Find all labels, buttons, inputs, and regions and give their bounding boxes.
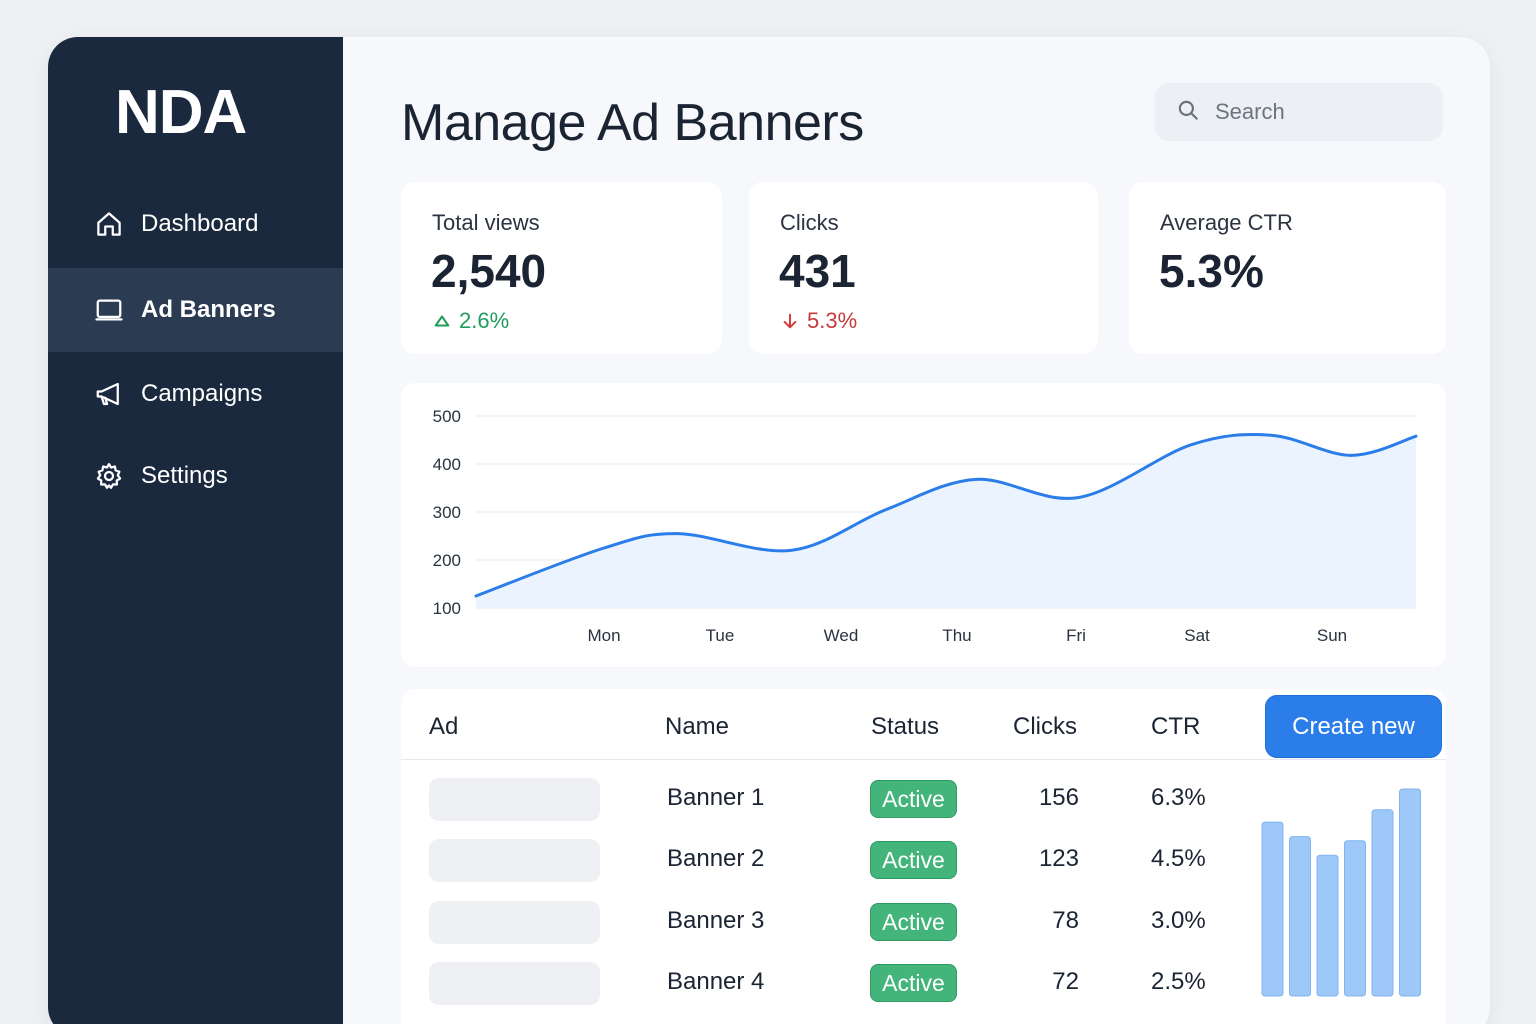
stat-delta: 5.3% xyxy=(781,308,857,334)
table-row[interactable]: Banner 1 Active 156 6.3% xyxy=(401,778,1261,839)
sidebar-item-campaigns[interactable]: Campaigns xyxy=(48,352,343,436)
clicks-value: 72 xyxy=(1052,968,1079,995)
ad-thumbnail xyxy=(429,901,600,944)
header-divider xyxy=(401,759,1446,760)
ctr-value: 3.0% xyxy=(1151,907,1206,934)
y-tick-label: 100 xyxy=(433,599,461,618)
x-tick-label: Thu xyxy=(942,626,971,645)
status-badge: Active xyxy=(870,780,957,818)
y-tick-label: 200 xyxy=(433,551,461,570)
ctr-value: 2.5% xyxy=(1151,968,1206,995)
stat-card-total-views: Total views 2,540 2.6% xyxy=(401,182,722,354)
x-tick-label: Fri xyxy=(1066,626,1086,645)
stat-value: 431 xyxy=(779,245,856,297)
table-row[interactable]: Banner 4 Active 72 2.5% xyxy=(401,962,1261,1023)
status-badge: Active xyxy=(870,903,957,941)
x-tick-label: Wed xyxy=(824,626,859,645)
banner-name: Banner 2 xyxy=(667,845,765,872)
stat-delta: 2.6% xyxy=(433,308,509,334)
clicks-value: 78 xyxy=(1052,907,1079,934)
home-icon xyxy=(92,207,126,241)
sidebar-item-label: Dashboard xyxy=(141,210,259,237)
column-header-name: Name xyxy=(665,713,730,740)
ad-thumbnail xyxy=(429,839,600,882)
x-tick-label: Sat xyxy=(1184,626,1210,645)
sidebar-item-ad-banners[interactable]: Ad Banners xyxy=(48,268,343,352)
y-tick-label: 500 xyxy=(433,407,461,426)
mini-bar xyxy=(1316,854,1339,997)
stat-value: 2,540 xyxy=(431,245,547,297)
status-badge: Active xyxy=(870,841,957,879)
y-tick-label: 400 xyxy=(433,455,461,474)
clicks-value: 123 xyxy=(1038,845,1079,872)
triangle-up-icon xyxy=(434,315,450,327)
mini-bar xyxy=(1371,809,1394,997)
views-chart-svg: 100 200 300 400 500 Mon Tue Wed Thu Fri Sat Sun xyxy=(433,407,1418,645)
stat-label: Total views xyxy=(432,210,540,235)
app-window: NDA Dashboard Ad Banners Campaigns Setti… xyxy=(48,37,1490,1024)
stat-delta-value: 5.3% xyxy=(807,308,858,333)
x-tick-label: Mon xyxy=(587,626,620,645)
stat-label: Clicks xyxy=(780,210,839,235)
search-input[interactable] xyxy=(1215,99,1435,125)
page-title: Manage Ad Banners xyxy=(401,94,864,152)
clicks-value: 156 xyxy=(1038,784,1079,811)
mini-bar-chart xyxy=(1261,788,1421,997)
search-box[interactable] xyxy=(1155,83,1443,141)
ad-thumbnail xyxy=(429,962,600,1005)
column-header-ctr: CTR xyxy=(1151,713,1201,740)
views-chart: 100 200 300 400 500 Mon Tue Wed Thu Fri Sat Sun xyxy=(401,383,1446,667)
create-new-button[interactable]: Create new xyxy=(1265,695,1442,758)
arrow-down-icon xyxy=(783,313,797,329)
sidebar: NDA Dashboard Ad Banners Campaigns Setti… xyxy=(48,37,343,1024)
sidebar-item-label: Ad Banners xyxy=(141,296,276,323)
mini-bar xyxy=(1344,840,1366,997)
app-logo: NDA xyxy=(115,78,247,147)
main-content: Manage Ad Banners Total views 2,540 2.6%… xyxy=(343,37,1490,1024)
x-tick-label: Sun xyxy=(1317,626,1347,645)
sidebar-item-settings[interactable]: Settings xyxy=(48,434,343,518)
mini-bar xyxy=(1399,788,1421,997)
column-header-clicks: Clicks xyxy=(1013,713,1077,740)
banner-name: Banner 1 xyxy=(667,784,765,811)
mini-bar xyxy=(1261,821,1284,997)
column-header-ad: Ad xyxy=(429,713,459,740)
gear-icon xyxy=(92,459,126,493)
x-tick-label: Tue xyxy=(706,626,735,645)
megaphone-icon xyxy=(92,377,126,411)
stat-label: Average CTR xyxy=(1160,210,1293,235)
stat-delta-value: 2.6% xyxy=(459,308,510,333)
ad-thumbnail xyxy=(429,778,600,821)
banner-name: Banner 3 xyxy=(667,907,765,934)
banner-name: Banner 4 xyxy=(667,968,765,995)
column-header-status: Status xyxy=(871,713,940,740)
banners-table: Ad Name Status Clicks CTR Create new Ban… xyxy=(401,689,1446,1024)
stat-card-average-ctr: Average CTR 5.3% xyxy=(1129,182,1446,354)
search-icon xyxy=(1175,97,1201,128)
sidebar-item-label: Campaigns xyxy=(141,380,263,407)
stat-card-clicks: Clicks 431 5.3% xyxy=(749,182,1098,354)
stat-value: 5.3% xyxy=(1159,245,1264,297)
table-row[interactable]: Banner 3 Active 78 3.0% xyxy=(401,901,1261,962)
table-row[interactable]: Banner 2 Active 123 4.5% xyxy=(401,839,1261,900)
ctr-value: 4.5% xyxy=(1151,845,1206,872)
ctr-value: 6.3% xyxy=(1151,784,1206,811)
y-tick-label: 300 xyxy=(433,503,461,522)
monitor-icon xyxy=(92,293,126,327)
sidebar-item-label: Settings xyxy=(141,462,228,489)
status-badge: Active xyxy=(870,964,957,1002)
chart-area-fill xyxy=(476,434,1416,608)
mini-bar xyxy=(1289,836,1311,997)
sidebar-item-dashboard[interactable]: Dashboard xyxy=(48,182,343,266)
